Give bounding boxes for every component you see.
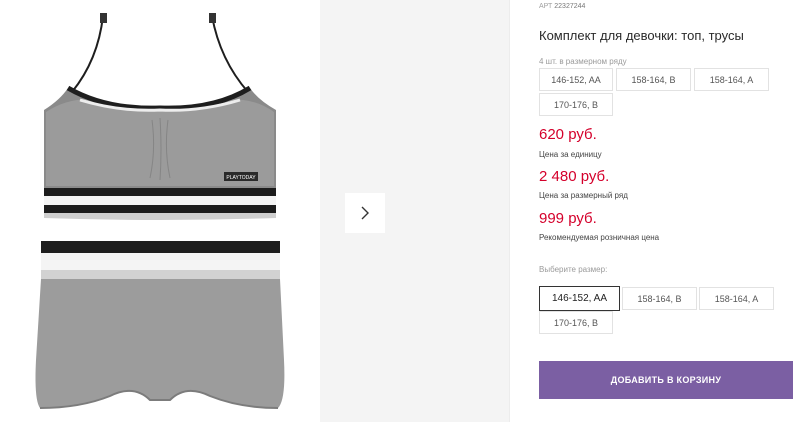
pack-size-chip: 158-164, B	[616, 68, 691, 91]
size-option-170-176-b[interactable]: 170-176, B	[539, 311, 613, 334]
pack-size-chip: 158-164, A	[694, 68, 769, 91]
rrp-price: 999 руб.	[539, 210, 597, 227]
rrp-price-caption: Рекомендуемая розничная цена	[539, 233, 660, 242]
size-option-158-164-b[interactable]: 158-164, B	[622, 287, 697, 310]
panel-divider	[509, 0, 510, 422]
size-select-label: Выберите размер:	[539, 265, 608, 274]
size-option-146-152-aa[interactable]: 146-152, AA	[539, 286, 620, 311]
product-illustration: PLAYTODAY	[35, 13, 285, 409]
pack-size-chip: 170-176, B	[539, 93, 613, 116]
sku: АРТ 22327244	[539, 3, 585, 10]
sku-label: АРТ	[539, 3, 553, 10]
unit-price-caption: Цена за единицу	[539, 150, 602, 159]
product-title: Комплект для девочки: топ, трусы	[539, 28, 744, 43]
chevron-right-icon	[361, 206, 369, 220]
add-to-cart-button[interactable]: Добавить в корзину	[539, 361, 793, 399]
unit-price: 620 руб.	[539, 126, 597, 143]
product-image[interactable]: PLAYTODAY	[0, 0, 320, 422]
sku-number: 22327244	[554, 3, 586, 10]
pack-price: 2 480 руб.	[539, 168, 610, 185]
pack-size-chip: 146-152, AA	[539, 68, 613, 91]
next-image-button[interactable]	[345, 193, 385, 233]
size-option-158-164-a[interactable]: 158-164, A	[699, 287, 774, 310]
pack-label: 4 шт. в размерном ряду	[539, 57, 627, 66]
pack-price-caption: Цена за размерный ряд	[539, 191, 628, 200]
brand-tag-text: PLAYTODAY	[226, 175, 256, 181]
